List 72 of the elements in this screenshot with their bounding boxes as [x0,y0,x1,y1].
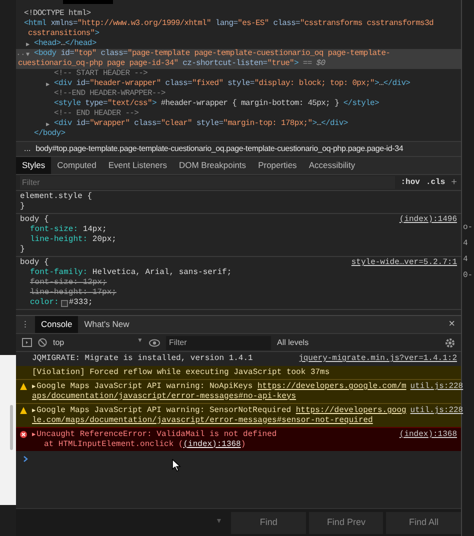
source-link[interactable]: jquery-migrate.min.js?ver=1.4.1:2 [298,354,457,364]
html-code-line[interactable]: <div id="header-wrapper" class="fixed" style="display: block; top: 0px;">…</div> [54,78,410,90]
find-button[interactable]: Find All [386,512,461,534]
css-property[interactable]: font-family: Helvetica, Arial, sans-serif; [30,268,232,278]
warning-icon [20,383,27,390]
css-property[interactable]: font-size: 12px; [30,278,107,288]
color-swatch[interactable] [60,300,68,306]
console-filter-field[interactable]: Filter [166,336,271,350]
hov-toggle[interactable]: :hov [400,176,420,188]
styles-tab[interactable]: Event Listeners [102,157,173,174]
source-link[interactable]: util.js:228 [410,382,464,392]
rule-selector: body { [20,215,49,225]
source-link[interactable]: util.js:228 [410,406,464,416]
html-code-line[interactable]: </body> [34,128,66,140]
console-message: [Violation] Forced reflow while executing JavaScript took 37ms [32,368,330,377]
cursor-icon [172,459,181,472]
html-code-line[interactable]: <div id="wrapper" class="clear" style="margin-top: 178px;">…</div> [54,118,348,130]
html-code-line[interactable]: <!-- END HEADER --> [54,108,139,120]
html-code-line[interactable]: <!DOCTYPE html> [24,8,91,20]
scrollbar-thumb[interactable] [10,405,13,450]
console-message: JQMIGRATE: Migrate is installed, version 1.4.1 [32,354,253,364]
css-property[interactable]: line-height: 17px; [30,288,116,298]
tab-strip [63,0,113,4]
rule-selector: body { [20,258,49,268]
css-property[interactable]: font-size: 14px; [30,225,107,235]
prompt-icon[interactable] [23,456,28,462]
styles-tab[interactable]: Computed [51,157,102,174]
html-code-line[interactable]: csstransitions"> [28,28,100,40]
rule-selector: element.style { [20,192,92,202]
cut-off-text: 4 [463,238,469,250]
breadcrumb-item[interactable]: body#top.page-template.page-template-cuestionario_oq.page-template-cuestionario_oq-php.page.page-id-34 [36,143,404,155]
css-property[interactable]: color: [30,298,59,308]
message-link[interactable]: aps/documentation/javascript/error-messages#no-api-keys [32,392,457,401]
styles-tab[interactable]: Accessibility [302,157,362,174]
find-button[interactable]: Find Prev [308,512,384,534]
html-code-line[interactable]: <html xmlns="http://www.w3.org/1999/xhtml" lang="es-ES" class="csstransforms csstransforms3d [24,18,434,30]
cls-toggle[interactable]: .cls [426,176,446,188]
source-link[interactable]: style-wide…ver=5.2.7:1 [351,258,457,268]
clear-icon[interactable] [38,338,47,347]
eye-icon[interactable] [149,338,160,346]
cut-off-text: o- [463,222,474,234]
styles-filter-field[interactable]: Filter [20,176,395,189]
source-link[interactable]: (index):1496 [399,215,457,225]
stack-trace: at HTMLInputElement.onclick ((index):1368) [43,440,247,449]
html-code-line[interactable]: <style type="text/css"> #header-wrapper { margin-bottom: 45px; } </style> [54,98,379,110]
html-code-line[interactable]: <!--END HEADER-WRAPPER--> [54,88,166,100]
levels-dropdown[interactable]: All levels [277,336,309,348]
rule-brace: } [20,245,26,255]
error-icon [20,431,27,438]
source-link[interactable]: (index):1368 [399,430,457,440]
sidebar-toggle-icon[interactable] [22,338,32,347]
styles-tab[interactable]: Styles [16,157,52,174]
drawer-tab[interactable]: What's New [78,316,136,333]
find-button[interactable]: Find [231,512,306,534]
message-link[interactable]: le.com/maps/documentation/javascript/error-messages#sensor-not-required [32,416,457,425]
styles-tab[interactable]: DOM Breakpoints [172,157,252,174]
settings-icon[interactable] [445,338,455,348]
html-code-line[interactable]: <head>…</head> [34,38,96,50]
rule-brace: } [20,202,26,212]
cut-off-text: 4 [463,254,469,266]
css-property[interactable]: line-height: 20px; [30,235,116,245]
breadcrumb-ellipsis[interactable]: ... [24,143,31,155]
drawer-menu-icon[interactable]: ⋮ [16,318,35,331]
styles-tab[interactable]: Properties [252,157,303,174]
add-rule-button[interactable]: + [451,175,457,190]
cut-off-text: 0- [463,270,474,282]
css-value: #333; [68,298,93,308]
html-code-line[interactable]: <body id="top" class="page-template page-template-cuestionario_oq page-template- [34,48,390,60]
html-code-line[interactable]: <!-- START HEADER --> [54,68,148,80]
warning-icon [20,407,27,414]
drawer-tab[interactable]: Console [35,316,78,333]
close-button[interactable]: × [442,316,461,333]
